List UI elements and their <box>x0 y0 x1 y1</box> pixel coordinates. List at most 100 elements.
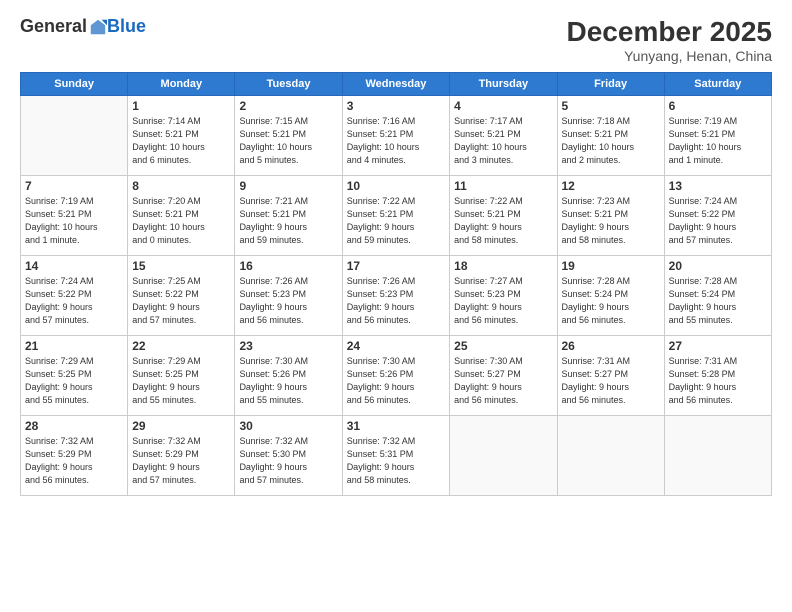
calendar-day-cell: 1Sunrise: 7:14 AM Sunset: 5:21 PM Daylig… <box>128 96 235 176</box>
calendar-day-cell: 30 Sunrise: 7:32 AM Sunset: 5:30 PM Dayli… <box>235 416 342 496</box>
calendar-day-cell: 31 Sunrise: 7:32 AM Sunset: 5:31 PM Dayli… <box>342 416 449 496</box>
logo-blue-text: Blue <box>107 16 146 37</box>
calendar-day-cell: 29 Sunrise: 7:32 AM Sunset: 5:29 PM Dayli… <box>128 416 235 496</box>
calendar-day-header: Saturday <box>664 73 771 96</box>
calendar-day-cell <box>664 416 771 496</box>
day-number: 27 <box>669 339 767 353</box>
day-number: 30 <box>239 419 337 433</box>
calendar-day-cell: 13 Sunrise: 7:24 AM Sunset: 5:22 PM Dayli… <box>664 176 771 256</box>
calendar-week-row: 21 Sunrise: 7:29 AM Sunset: 5:25 PM Dayli… <box>21 336 772 416</box>
day-info: Sunrise: 7:29 AM Sunset: 5:25 PM Dayligh… <box>25 355 123 407</box>
calendar-day-cell: 15Sunrise: 7:25 AM Sunset: 5:22 PM Dayli… <box>128 256 235 336</box>
calendar-table: SundayMondayTuesdayWednesdayThursdayFrid… <box>20 72 772 496</box>
day-info: Sunrise: 7:27 AM Sunset: 5:23 PM Dayligh… <box>454 275 552 327</box>
calendar-day-cell: 7 Sunrise: 7:19 AM Sunset: 5:21 PM Daylig… <box>21 176 128 256</box>
day-number: 2 <box>239 99 337 113</box>
day-info: Sunrise: 7:31 AM Sunset: 5:27 PM Dayligh… <box>562 355 660 407</box>
calendar-day-header: Tuesday <box>235 73 342 96</box>
calendar-day-cell <box>21 96 128 176</box>
day-number: 13 <box>669 179 767 193</box>
calendar-day-cell: 27 Sunrise: 7:31 AM Sunset: 5:28 PM Dayli… <box>664 336 771 416</box>
day-number: 5 <box>562 99 660 113</box>
day-info: Sunrise: 7:24 AM Sunset: 5:22 PM Dayligh… <box>25 275 123 327</box>
day-number: 20 <box>669 259 767 273</box>
day-info: Sunrise: 7:15 AM Sunset: 5:21 PM Dayligh… <box>239 115 337 167</box>
day-number: 16 <box>239 259 337 273</box>
day-number: 26 <box>562 339 660 353</box>
day-number: 23 <box>239 339 337 353</box>
day-info: Sunrise: 7:20 AM Sunset: 5:21 PM Dayligh… <box>132 195 230 247</box>
day-info: Sunrise: 7:18 AM Sunset: 5:21 PM Dayligh… <box>562 115 660 167</box>
calendar-day-cell: 16 Sunrise: 7:26 AM Sunset: 5:23 PM Dayli… <box>235 256 342 336</box>
day-info: Sunrise: 7:28 AM Sunset: 5:24 PM Dayligh… <box>562 275 660 327</box>
calendar-day-cell: 4Sunrise: 7:17 AM Sunset: 5:21 PM Daylig… <box>450 96 557 176</box>
day-number: 28 <box>25 419 123 433</box>
day-number: 21 <box>25 339 123 353</box>
calendar-day-header: Monday <box>128 73 235 96</box>
day-number: 22 <box>132 339 230 353</box>
calendar-day-cell: 24 Sunrise: 7:30 AM Sunset: 5:26 PM Dayli… <box>342 336 449 416</box>
calendar-day-cell: 21 Sunrise: 7:29 AM Sunset: 5:25 PM Dayli… <box>21 336 128 416</box>
day-number: 29 <box>132 419 230 433</box>
calendar-day-cell: 10Sunrise: 7:22 AM Sunset: 5:21 PM Dayli… <box>342 176 449 256</box>
calendar-week-row: 28 Sunrise: 7:32 AM Sunset: 5:29 PM Dayli… <box>21 416 772 496</box>
day-info: Sunrise: 7:14 AM Sunset: 5:21 PM Dayligh… <box>132 115 230 167</box>
calendar-day-cell: 3Sunrise: 7:16 AM Sunset: 5:21 PM Daylig… <box>342 96 449 176</box>
header: General Blue December 2025 Yunyang, Hena… <box>20 16 772 64</box>
day-number: 14 <box>25 259 123 273</box>
day-info: Sunrise: 7:16 AM Sunset: 5:21 PM Dayligh… <box>347 115 445 167</box>
logo: General Blue <box>20 16 146 37</box>
calendar-day-cell: 6Sunrise: 7:19 AM Sunset: 5:21 PM Daylig… <box>664 96 771 176</box>
day-info: Sunrise: 7:32 AM Sunset: 5:31 PM Dayligh… <box>347 435 445 487</box>
day-number: 24 <box>347 339 445 353</box>
day-info: Sunrise: 7:19 AM Sunset: 5:21 PM Dayligh… <box>25 195 123 247</box>
calendar-day-cell: 26 Sunrise: 7:31 AM Sunset: 5:27 PM Dayli… <box>557 336 664 416</box>
day-info: Sunrise: 7:26 AM Sunset: 5:23 PM Dayligh… <box>239 275 337 327</box>
day-number: 12 <box>562 179 660 193</box>
day-number: 9 <box>239 179 337 193</box>
day-info: Sunrise: 7:32 AM Sunset: 5:30 PM Dayligh… <box>239 435 337 487</box>
calendar-day-header: Sunday <box>21 73 128 96</box>
title-area: December 2025 Yunyang, Henan, China <box>567 16 772 64</box>
day-number: 7 <box>25 179 123 193</box>
calendar-day-cell: 5 Sunrise: 7:18 AM Sunset: 5:21 PM Daylig… <box>557 96 664 176</box>
calendar-day-cell: 25 Sunrise: 7:30 AM Sunset: 5:27 PM Dayli… <box>450 336 557 416</box>
day-info: Sunrise: 7:28 AM Sunset: 5:24 PM Dayligh… <box>669 275 767 327</box>
logo-general-text: General <box>20 16 87 37</box>
day-number: 17 <box>347 259 445 273</box>
day-info: Sunrise: 7:22 AM Sunset: 5:21 PM Dayligh… <box>347 195 445 247</box>
day-info: Sunrise: 7:24 AM Sunset: 5:22 PM Dayligh… <box>669 195 767 247</box>
calendar-header-row: SundayMondayTuesdayWednesdayThursdayFrid… <box>21 73 772 96</box>
day-number: 31 <box>347 419 445 433</box>
calendar-day-cell: 14 Sunrise: 7:24 AM Sunset: 5:22 PM Dayli… <box>21 256 128 336</box>
calendar-day-cell: 23Sunrise: 7:30 AM Sunset: 5:26 PM Dayli… <box>235 336 342 416</box>
day-number: 15 <box>132 259 230 273</box>
logo-icon <box>89 18 107 36</box>
calendar-day-cell <box>557 416 664 496</box>
calendar-day-cell: 17 Sunrise: 7:26 AM Sunset: 5:23 PM Dayli… <box>342 256 449 336</box>
day-info: Sunrise: 7:30 AM Sunset: 5:26 PM Dayligh… <box>347 355 445 407</box>
calendar-week-row: 1Sunrise: 7:14 AM Sunset: 5:21 PM Daylig… <box>21 96 772 176</box>
calendar-week-row: 14 Sunrise: 7:24 AM Sunset: 5:22 PM Dayli… <box>21 256 772 336</box>
calendar-day-cell: 12 Sunrise: 7:23 AM Sunset: 5:21 PM Dayli… <box>557 176 664 256</box>
calendar-day-cell <box>450 416 557 496</box>
calendar-day-cell: 2 Sunrise: 7:15 AM Sunset: 5:21 PM Daylig… <box>235 96 342 176</box>
day-info: Sunrise: 7:23 AM Sunset: 5:21 PM Dayligh… <box>562 195 660 247</box>
day-number: 6 <box>669 99 767 113</box>
page: General Blue December 2025 Yunyang, Hena… <box>0 0 792 612</box>
day-number: 4 <box>454 99 552 113</box>
day-info: Sunrise: 7:32 AM Sunset: 5:29 PM Dayligh… <box>132 435 230 487</box>
day-info: Sunrise: 7:29 AM Sunset: 5:25 PM Dayligh… <box>132 355 230 407</box>
day-info: Sunrise: 7:31 AM Sunset: 5:28 PM Dayligh… <box>669 355 767 407</box>
calendar-day-header: Thursday <box>450 73 557 96</box>
day-info: Sunrise: 7:30 AM Sunset: 5:27 PM Dayligh… <box>454 355 552 407</box>
day-number: 25 <box>454 339 552 353</box>
calendar-day-cell: 9Sunrise: 7:21 AM Sunset: 5:21 PM Daylig… <box>235 176 342 256</box>
calendar-day-cell: 22 Sunrise: 7:29 AM Sunset: 5:25 PM Dayli… <box>128 336 235 416</box>
day-number: 11 <box>454 179 552 193</box>
calendar-day-cell: 18Sunrise: 7:27 AM Sunset: 5:23 PM Dayli… <box>450 256 557 336</box>
day-info: Sunrise: 7:26 AM Sunset: 5:23 PM Dayligh… <box>347 275 445 327</box>
calendar-day-cell: 11Sunrise: 7:22 AM Sunset: 5:21 PM Dayli… <box>450 176 557 256</box>
calendar-day-cell: 28Sunrise: 7:32 AM Sunset: 5:29 PM Dayli… <box>21 416 128 496</box>
calendar-day-header: Friday <box>557 73 664 96</box>
